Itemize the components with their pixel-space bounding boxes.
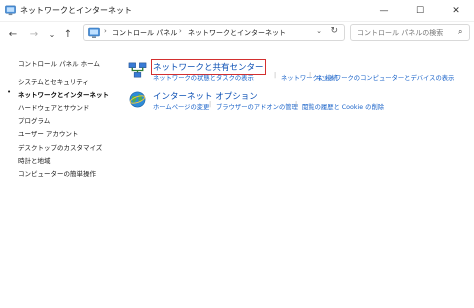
delete-history-cookies-link[interactable]: 閲覧の履歴と Cookie の削除 — [302, 102, 384, 111]
minimize-button[interactable]: — — [366, 0, 402, 21]
internet-options-icon — [129, 91, 146, 108]
link-separator: | — [295, 101, 298, 108]
breadcrumb-control-panel[interactable]: コントロール パネル — [112, 28, 177, 38]
breadcrumb-separator: › — [179, 27, 182, 35]
view-network-status-link[interactable]: ネットワークの状態とタスクの表示 — [153, 73, 254, 82]
search-icon: ⌕ — [458, 27, 463, 36]
sidebar-item-user-accounts[interactable]: ユーザー アカウント — [18, 128, 78, 138]
internet-options-link[interactable]: インターネット オプション — [153, 90, 258, 102]
sidebar-item-system-security[interactable]: システムとセキュリティ — [18, 76, 89, 86]
link-separator: | — [274, 72, 277, 79]
address-dropdown-icon[interactable]: ⌄ — [316, 27, 322, 35]
close-button[interactable]: ✕ — [438, 0, 474, 21]
sidebar-item-programs[interactable]: プログラム — [18, 115, 50, 125]
link-separator: | — [309, 72, 312, 79]
recent-locations-chevron-icon[interactable]: ⌄ — [45, 27, 59, 41]
active-bullet-icon: • — [7, 88, 12, 96]
link-separator: | — [209, 101, 212, 108]
window-title: ネットワークとインターネット — [20, 6, 132, 15]
view-network-computers-link[interactable]: ネットワークのコンピューターとデバイスの表示 — [316, 73, 454, 82]
network-sharing-center-link[interactable]: ネットワークと共有センター — [151, 59, 266, 75]
search-input[interactable] — [350, 24, 470, 41]
title-bar: ネットワークとインターネット — ☐ ✕ — [0, 0, 474, 22]
sidebar-item-appearance[interactable]: デスクトップのカスタマイズ — [18, 142, 102, 152]
maximize-button[interactable]: ☐ — [402, 0, 438, 21]
sidebar-item-hardware-sound[interactable]: ハードウェアとサウンド — [18, 102, 89, 112]
breadcrumb-network-internet[interactable]: ネットワークとインターネット — [188, 28, 286, 38]
back-arrow-icon[interactable]: ← — [6, 27, 20, 41]
sidebar-item-clock-region[interactable]: 時計と地域 — [18, 155, 51, 165]
sidebar-item-ease-of-access[interactable]: コンピューターの簡単操作 — [18, 168, 96, 178]
breadcrumb-separator: › — [104, 27, 107, 35]
change-homepage-link[interactable]: ホームページの変更 — [153, 102, 209, 111]
address-bar[interactable]: › コントロール パネル › ネットワークとインターネット ⌄ ↻ — [83, 24, 345, 41]
control-panel-icon — [88, 27, 100, 38]
forward-arrow-icon[interactable]: → — [27, 27, 41, 41]
navigation-bar: ← → ⌄ ↑ › コントロール パネル › ネットワークとインターネット ⌄ … — [0, 22, 474, 44]
refresh-icon[interactable]: ↻ — [330, 26, 338, 36]
control-panel-icon — [5, 5, 16, 16]
up-arrow-icon[interactable]: ↑ — [61, 27, 75, 41]
sidebar-item-network-internet: ネットワークとインターネット — [18, 91, 109, 99]
sidebar-item-home[interactable]: コントロール パネル ホーム — [18, 58, 100, 68]
network-sharing-center-icon — [128, 62, 147, 78]
manage-addons-link[interactable]: ブラウザーのアドオンの管理 — [216, 102, 298, 111]
